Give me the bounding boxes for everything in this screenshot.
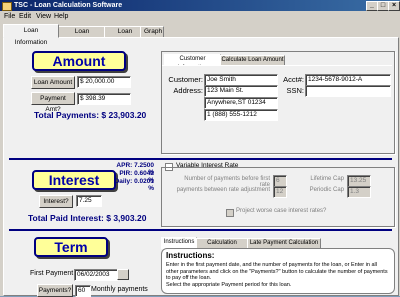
total-payments-label: Total Payments: $ 23,903.20 xyxy=(34,110,147,120)
first-payment-date-field[interactable]: 06/02/2003 xyxy=(74,269,118,281)
amount-section-title: Amount xyxy=(32,51,126,71)
payment-amount-button[interactable]: Payment Amt? xyxy=(31,92,75,113)
menu-file[interactable]: File xyxy=(4,11,15,22)
close-button[interactable]: × xyxy=(388,1,400,11)
number-of-payments-field[interactable]: 60 xyxy=(75,285,91,297)
payment-amount-field[interactable]: $ 398.39 xyxy=(77,93,131,105)
ssn-label: SSN: xyxy=(286,86,304,95)
project-worst-case-checkbox[interactable] xyxy=(226,209,234,217)
interest-button[interactable]: Interest? xyxy=(39,195,73,208)
term-section-title: Term xyxy=(34,237,108,257)
tab-loan-information[interactable]: Loan Information xyxy=(3,24,59,46)
window-title: TSC - Loan Calculation Software xyxy=(14,2,123,9)
app-icon xyxy=(2,2,12,11)
ssn-field[interactable] xyxy=(305,85,391,97)
periodic-cap-label: Periodic Cap xyxy=(309,187,344,193)
address-label: Address: xyxy=(173,86,203,95)
section-divider xyxy=(9,158,392,160)
lifetime-cap-label: Lifetime Cap xyxy=(310,176,344,182)
section-divider xyxy=(9,229,392,231)
payments-button[interactable]: Payments? xyxy=(37,284,73,297)
first-payment-label: First Payment xyxy=(30,270,74,277)
account-label: Acct#: xyxy=(283,75,304,84)
date-picker-button[interactable] xyxy=(117,269,129,280)
total-paid-interest-label: Total Paid Interest: $ 3,903.20 xyxy=(28,213,147,223)
instructions-heading: Instructions: xyxy=(166,251,215,260)
project-worst-case-label: Project worse case interest rates? xyxy=(236,208,327,214)
menu-help[interactable]: Help xyxy=(54,11,68,22)
loan-amount-button[interactable]: Loan Amount xyxy=(31,76,75,89)
daily-label: Daily: 0.0201 % xyxy=(114,178,154,192)
instructions-box: Instructions: Enter in the first payment… xyxy=(161,248,395,294)
instructions-text: Enter in the first payment date, and the… xyxy=(166,262,388,288)
menu-edit[interactable]: Edit xyxy=(19,11,31,22)
address-line2-field[interactable]: Anywhere,ST 01234 xyxy=(204,97,278,109)
interest-section-title: Interest xyxy=(32,170,116,190)
periodic-cap-field[interactable]: 1.3 xyxy=(347,186,371,198)
loan-information-panel: Amount Loan Amount $ 20,000.00 Payment A… xyxy=(3,37,399,297)
monthly-payments-label: Monthly payments xyxy=(91,286,148,293)
between-adjustment-label: payments between rate adjustment xyxy=(176,187,270,193)
title-bar: TSC - Loan Calculation Software _ □ × xyxy=(0,0,400,11)
menu-bar: File Edit View Help xyxy=(0,11,400,22)
loan-amount-field[interactable]: $ 20,000.00 xyxy=(77,76,131,88)
address-line1-field[interactable]: 123 Main St. xyxy=(204,85,278,97)
menu-view[interactable]: View xyxy=(36,11,51,22)
customer-label: Customer: xyxy=(168,75,203,84)
between-adjustment-field[interactable]: 12 xyxy=(273,186,287,198)
interest-rate-field[interactable]: 7.25 xyxy=(76,195,102,207)
phone-field[interactable]: 1 (888) 555-1212 xyxy=(204,109,278,121)
app-window: TSC - Loan Calculation Software _ □ × Fi… xyxy=(0,0,400,297)
